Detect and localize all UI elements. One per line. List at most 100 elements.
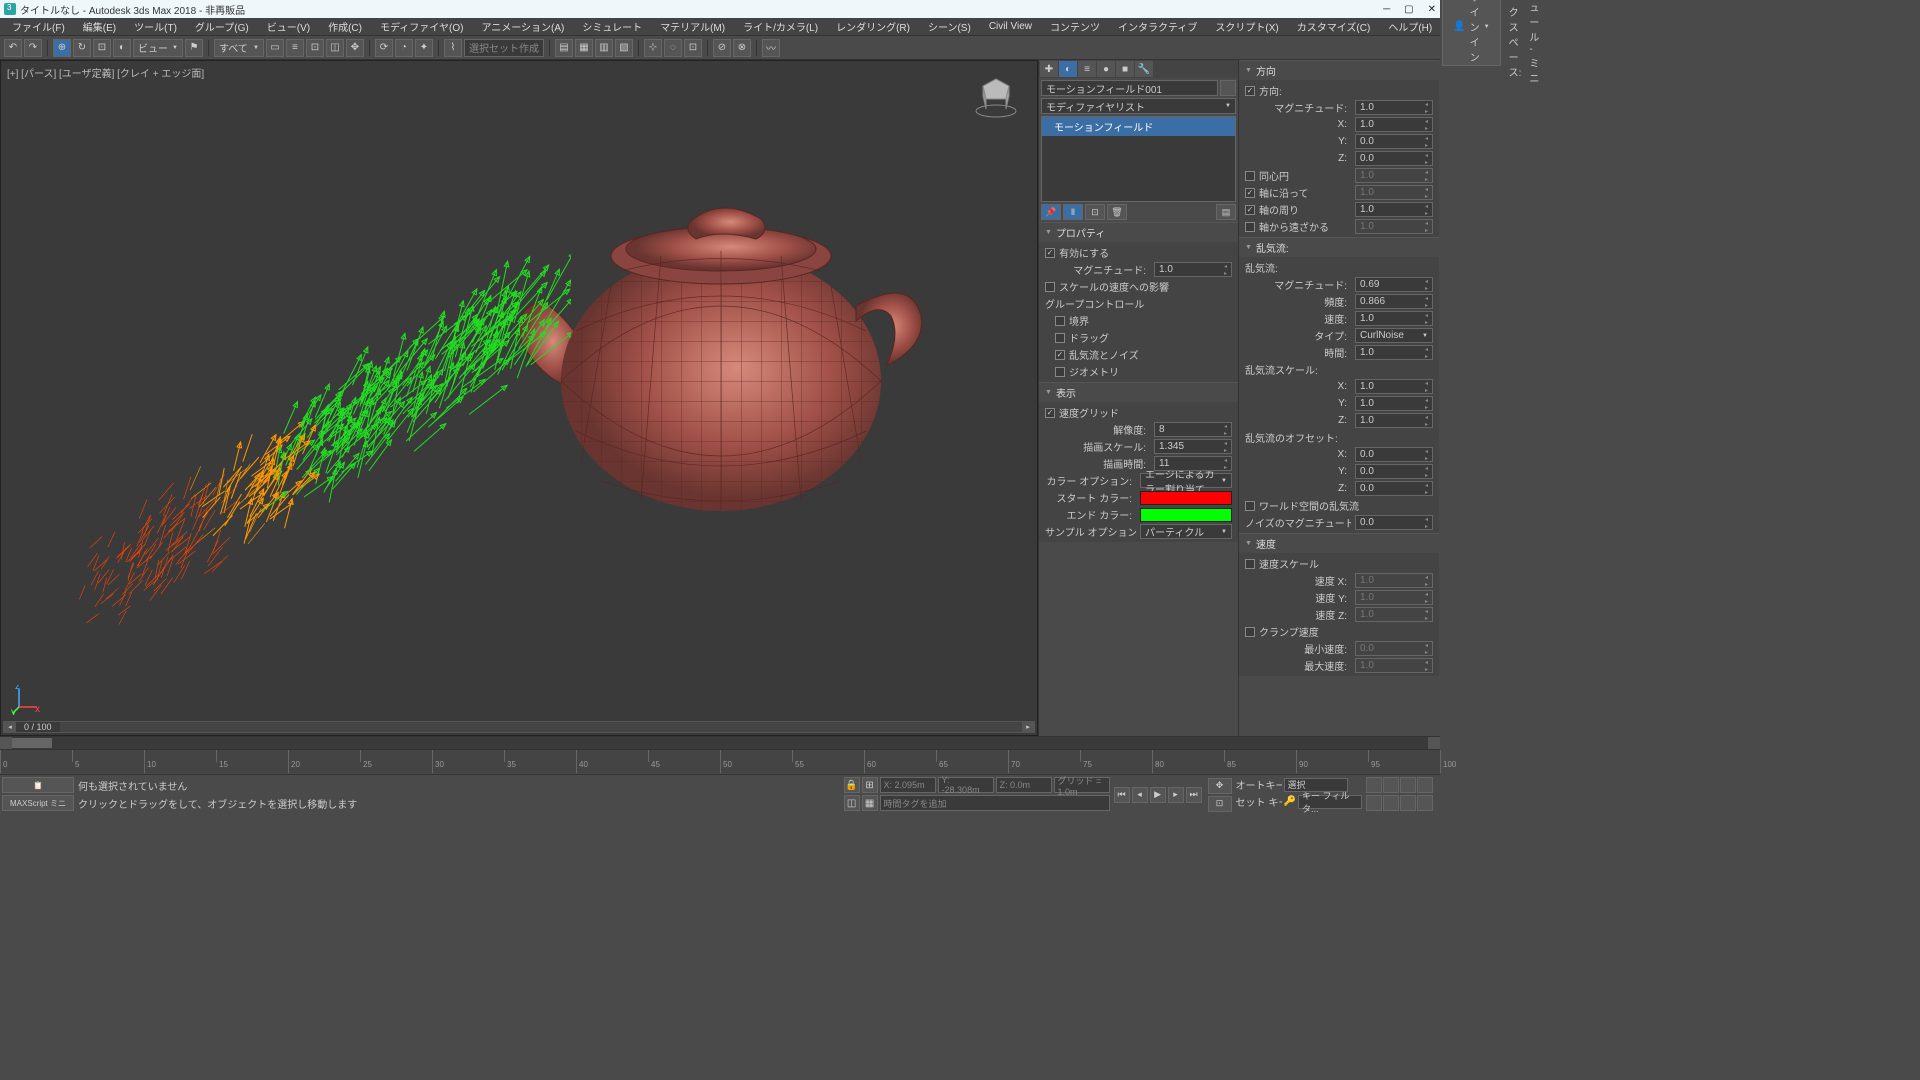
end-color-swatch[interactable] — [1140, 508, 1232, 522]
script-listener-button[interactable]: 📋 — [2, 777, 74, 793]
menu-interactive[interactable]: インタラクティブ — [1110, 18, 1205, 35]
menu-tools[interactable]: ツール(T) — [126, 18, 185, 35]
modify-tab[interactable]: ◐ — [1059, 61, 1077, 77]
direction-checkbox[interactable] — [1245, 86, 1255, 96]
fov-button[interactable] — [1417, 777, 1433, 793]
refresh-button[interactable]: ↻ — [73, 39, 91, 57]
turb-oy-spinner[interactable]: 0.0 — [1355, 464, 1433, 479]
show-result-button[interactable]: Ⅱ — [1063, 204, 1083, 220]
remove-mod-button[interactable]: 🗑 — [1107, 204, 1127, 220]
menu-edit[interactable]: 編集(E) — [75, 18, 124, 35]
viewcube[interactable] — [971, 71, 1021, 121]
max-toggle-button[interactable] — [1400, 795, 1416, 811]
turb-noise-checkbox[interactable] — [1055, 350, 1065, 360]
selection-set-input[interactable]: 選択セット作成 — [464, 39, 544, 57]
rollout-property-header[interactable]: プロパティ — [1039, 222, 1238, 242]
menu-help[interactable]: ヘルプ(H) — [1380, 18, 1440, 35]
menu-light[interactable]: ライト/カメラ(L) — [735, 18, 826, 35]
timetag-button[interactable]: 時間タグを追加 — [880, 795, 1110, 811]
world-turb-checkbox[interactable] — [1245, 501, 1255, 511]
color-option-dropdown[interactable]: エージによるカラー割り当て — [1140, 473, 1232, 488]
zoom-button[interactable] — [1383, 777, 1399, 793]
autokey-button[interactable]: オートキー — [1236, 777, 1282, 792]
lock-button[interactable]: 🔒 — [844, 777, 860, 793]
key-filter-dropdown[interactable]: キー フィルタ... — [1298, 795, 1362, 809]
curve-editor-button[interactable]: ▧ — [615, 39, 633, 57]
scroll-right-icon[interactable]: ▸ — [1022, 722, 1034, 732]
hierarchy-tab[interactable]: ≡ — [1078, 61, 1096, 77]
around-axis-spinner[interactable]: 1.0 — [1355, 202, 1433, 217]
around-axis-checkbox[interactable] — [1245, 205, 1255, 215]
zoom-all-button[interactable] — [1366, 795, 1382, 811]
material-editor-button[interactable]: ⊗ — [733, 39, 751, 57]
schematic-button[interactable]: ⊘ — [713, 39, 731, 57]
signin-button[interactable]: 👤 サインイン ▼ — [1442, 0, 1500, 66]
time-ruler[interactable]: 0102030405060708090100515253545556575859… — [0, 749, 1440, 773]
sample-option-dropdown[interactable]: パーティクル — [1140, 524, 1232, 539]
menu-animation[interactable]: アニメーション(A) — [473, 18, 572, 35]
list-button[interactable]: ≡ — [286, 39, 304, 57]
filter-dropdown[interactable]: すべて — [214, 39, 264, 57]
workspace-value[interactable]: モジュール - ミニ — [1529, 0, 1539, 85]
coord-z[interactable]: Z: 0.0m — [996, 777, 1052, 793]
modifier-stack[interactable]: モーションフィールド — [1041, 116, 1236, 202]
vel-grid-checkbox[interactable] — [1045, 408, 1055, 418]
configure-button[interactable]: ▤ — [1216, 204, 1236, 220]
prev-frame-button[interactable]: ◂ — [1132, 787, 1148, 803]
turb-freq-spinner[interactable]: 0.866 — [1355, 294, 1433, 309]
drag-checkbox[interactable] — [1055, 333, 1065, 343]
modifier-item[interactable]: モーションフィールド — [1042, 117, 1235, 136]
menu-content[interactable]: コンテンツ — [1042, 18, 1108, 35]
pan-button[interactable] — [1366, 777, 1382, 793]
rollout-turbulence-header[interactable]: 乱気流: — [1239, 237, 1439, 257]
dir-y-spinner[interactable]: 0.0 — [1355, 134, 1433, 149]
motion-tab[interactable]: ● — [1097, 61, 1115, 77]
minimize-button[interactable]: ─ — [1383, 4, 1390, 15]
magnitude-spinner[interactable]: 1.0 — [1154, 262, 1232, 277]
manip-button[interactable]: ⌇ — [444, 39, 462, 57]
move-button[interactable]: ✥ — [346, 39, 364, 57]
abs-button[interactable]: ⊞ — [862, 777, 878, 793]
unbind-button[interactable]: ◐ — [113, 39, 131, 57]
turb-oz-spinner[interactable]: 0.0 — [1355, 481, 1433, 496]
scale-button[interactable]: ◔ — [395, 39, 413, 57]
walk-button[interactable] — [1417, 795, 1433, 811]
along-axis-checkbox[interactable] — [1245, 188, 1255, 198]
turb-time-spinner[interactable]: 1.0 — [1355, 345, 1433, 360]
mirror-button[interactable]: ▤ — [555, 39, 573, 57]
turb-sx-spinner[interactable]: 1.0 — [1355, 379, 1433, 394]
time-config-button[interactable]: ⊡ — [1208, 796, 1232, 812]
rollout-direction-header[interactable]: 方向 — [1239, 60, 1439, 80]
pin-stack-button[interactable]: 📌 — [1041, 204, 1061, 220]
paint-select-button[interactable]: ◫ — [326, 39, 344, 57]
rotate-button[interactable]: ⟳ — [375, 39, 393, 57]
turb-mag-spinner[interactable]: 0.69 — [1355, 277, 1433, 292]
maximize-button[interactable]: ▢ — [1404, 4, 1413, 15]
menu-rendering[interactable]: レンダリング(R) — [828, 18, 918, 35]
viewport-label[interactable]: [+] [パース] [ユーザ定義] [クレイ + エッジ面] — [7, 65, 204, 80]
noise-mag-spinner[interactable]: 0.0 — [1355, 515, 1433, 530]
turb-sy-spinner[interactable]: 1.0 — [1355, 396, 1433, 411]
clamp-speed-checkbox[interactable] — [1245, 627, 1255, 637]
turb-ox-spinner[interactable]: 0.0 — [1355, 447, 1433, 462]
setkey-key-button[interactable]: 🔑 — [1284, 796, 1296, 807]
dir-x-spinner[interactable]: 1.0 — [1355, 117, 1433, 132]
flag-button[interactable]: ⚑ — [185, 39, 203, 57]
time-slider[interactable] — [0, 737, 1440, 749]
dir-magnitude-spinner[interactable]: 1.0 — [1355, 100, 1433, 115]
menu-script[interactable]: スクリプト(X) — [1207, 18, 1286, 35]
redo-button[interactable]: ↷ — [24, 39, 42, 57]
turb-sz-spinner[interactable]: 1.0 — [1355, 413, 1433, 428]
viewport-time-scrollbar[interactable]: ◂ 0 / 100 ▸ — [3, 721, 1035, 733]
align-button[interactable]: ▦ — [575, 39, 593, 57]
menu-modifier[interactable]: モディファイヤ(O) — [372, 18, 471, 35]
scroll-left-icon[interactable]: ◂ — [4, 722, 16, 732]
viewport[interactable]: [+] [パース] [ユーザ定義] [クレイ + エッジ面] — [0, 60, 1038, 736]
menu-view[interactable]: ビュー(V) — [259, 18, 318, 35]
dir-z-spinner[interactable]: 0.0 — [1355, 151, 1433, 166]
start-color-swatch[interactable] — [1140, 491, 1232, 505]
angle-snap-button[interactable]: ◌ — [664, 39, 682, 57]
setkey-button[interactable]: セット キー — [1236, 794, 1282, 809]
layer-button[interactable]: ▥ — [595, 39, 613, 57]
goto-start-button[interactable]: ⏮ — [1114, 787, 1130, 803]
